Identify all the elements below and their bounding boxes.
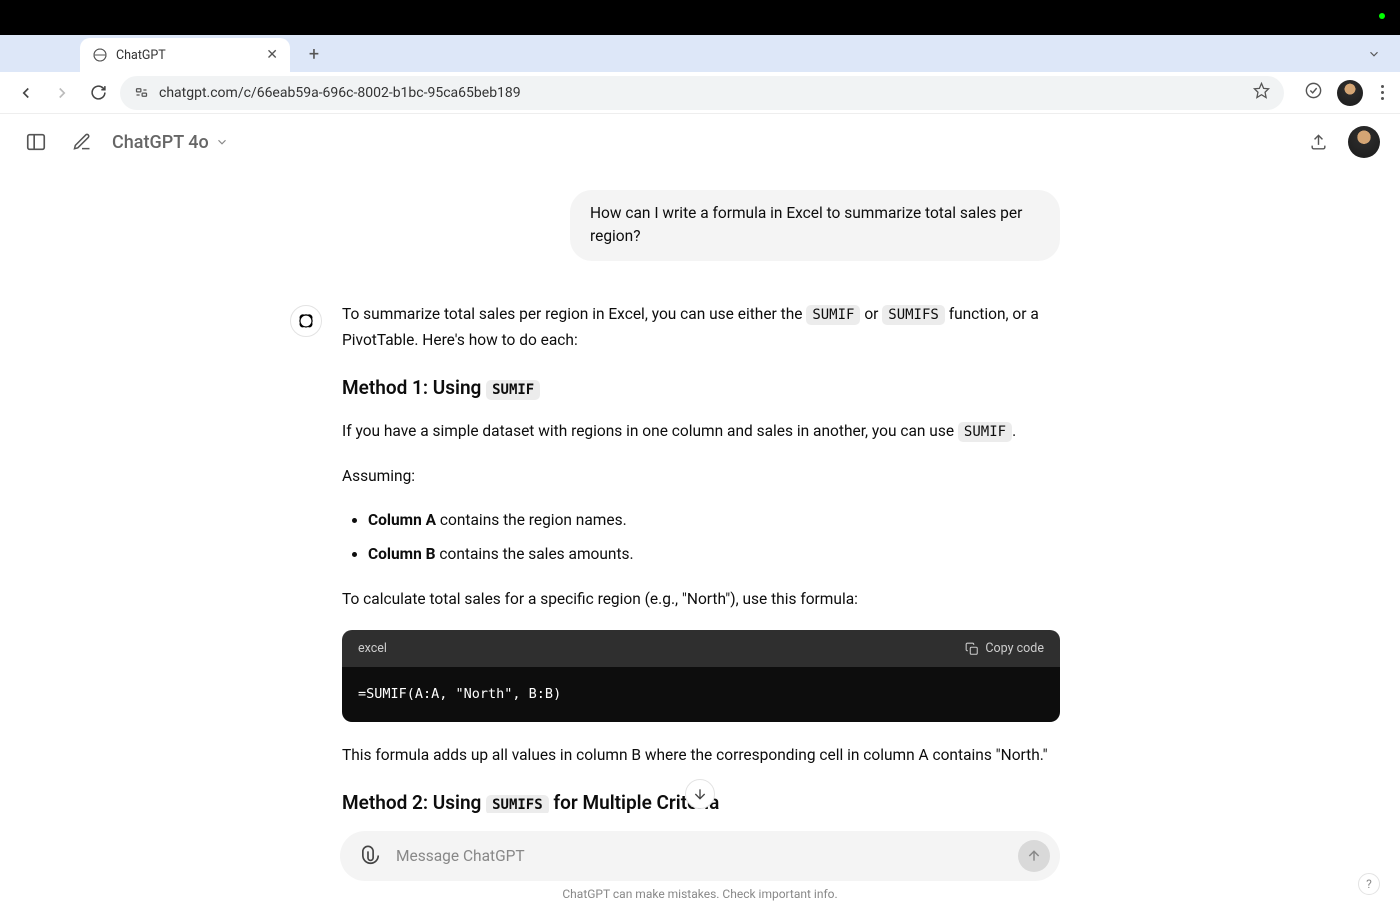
close-tab-icon[interactable]: ✕	[266, 47, 278, 63]
url-text: chatgpt.com/c/66eab59a-696c-8002-b1bc-95…	[159, 85, 1243, 101]
message-input-area: Message ChatGPT	[340, 831, 1060, 881]
browser-tab-strip: ChatGPT ✕ +	[0, 35, 1400, 72]
sidebar-toggle-icon[interactable]	[20, 126, 52, 158]
copy-icon	[965, 642, 979, 656]
help-button[interactable]: ?	[1358, 873, 1380, 895]
copy-code-button[interactable]: Copy code	[965, 638, 1044, 659]
disclaimer-text: ChatGPT can make mistakes. Check importa…	[0, 887, 1400, 901]
back-button[interactable]	[12, 79, 40, 107]
message-input[interactable]: Message ChatGPT	[340, 831, 1060, 881]
macos-menu-bar	[0, 0, 1400, 35]
app-header: ChatGPT 4o	[0, 114, 1400, 170]
code-block: excel Copy code =SUMIF(A:A, "North", B:B…	[342, 630, 1060, 722]
model-selector[interactable]: ChatGPT 4o	[112, 132, 229, 153]
assistant-content: To summarize total sales per region in E…	[342, 301, 1060, 814]
user-message: How can I write a formula in Excel to su…	[570, 190, 1060, 261]
bullet-list: Column A contains the region names. Colu…	[368, 507, 1060, 568]
forward-button[interactable]	[48, 79, 76, 107]
code-header: excel Copy code	[342, 630, 1060, 667]
send-button[interactable]	[1018, 840, 1050, 872]
tab-title: ChatGPT	[116, 48, 258, 63]
section-heading: Method 1: Using SUMIF	[342, 372, 1060, 404]
tabs-dropdown-button[interactable]	[1360, 42, 1388, 66]
conversation-area: How can I write a formula in Excel to su…	[0, 170, 1400, 813]
list-item: Column A contains the region names.	[368, 507, 1060, 533]
address-bar[interactable]: chatgpt.com/c/66eab59a-696c-8002-b1bc-95…	[120, 76, 1284, 110]
share-icon[interactable]	[1302, 126, 1334, 158]
chatgpt-favicon	[92, 47, 108, 63]
status-dot	[1379, 13, 1385, 19]
site-info-icon[interactable]	[134, 85, 149, 100]
browser-menu-icon[interactable]	[1377, 81, 1388, 104]
bookmark-star-icon[interactable]	[1253, 82, 1270, 103]
profile-avatar-icon[interactable]	[1337, 80, 1363, 106]
code-lang-label: excel	[358, 638, 387, 659]
inline-code: SUMIF	[958, 422, 1012, 442]
extension-icon[interactable]	[1304, 81, 1323, 104]
user-avatar[interactable]	[1348, 126, 1380, 158]
browser-tab[interactable]: ChatGPT ✕	[80, 38, 290, 72]
list-item: Column B contains the sales amounts.	[368, 541, 1060, 567]
chevron-down-icon	[215, 135, 229, 149]
code-content: =SUMIF(A:A, "North", B:B)	[342, 667, 1060, 722]
scroll-down-button[interactable]	[685, 779, 715, 809]
assistant-avatar-icon	[290, 305, 322, 337]
model-name-label: ChatGPT 4o	[112, 132, 209, 153]
inline-code: SUMIF	[806, 305, 860, 325]
new-chat-icon[interactable]	[66, 126, 98, 158]
inline-code: SUMIFS	[882, 305, 945, 325]
browser-toolbar: chatgpt.com/c/66eab59a-696c-8002-b1bc-95…	[0, 72, 1400, 114]
attach-button[interactable]	[354, 840, 386, 872]
assistant-message: To summarize total sales per region in E…	[290, 301, 1060, 814]
new-tab-button[interactable]: +	[300, 40, 328, 68]
reload-button[interactable]	[84, 79, 112, 107]
input-placeholder: Message ChatGPT	[396, 847, 1008, 865]
